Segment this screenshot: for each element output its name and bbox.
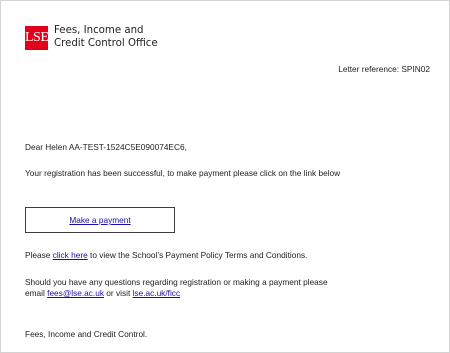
policy-prefix: Please [25,250,53,260]
greeting: Dear Helen AA-TEST-1524C5E090074EC6, [25,142,187,152]
payment-button-box[interactable]: Make a payment [25,207,175,233]
office-name-line1: Fees, Income and [54,25,144,36]
office-name: Fees, Income and Credit Control Office [54,25,158,50]
signoff: Fees, Income and Credit Control. [25,329,148,339]
make-payment-link[interactable]: Make a payment [69,215,130,225]
website-link[interactable]: lse.ac.uk/ficc [133,288,181,298]
policy-suffix: to view the School’s Payment Policy Term… [87,250,308,260]
lse-logo: LSE [25,26,49,50]
policy-link[interactable]: click here [53,250,88,260]
questions-paragraph: Should you have any questions regarding … [25,277,345,299]
success-message: Your registration has been successful, t… [25,168,341,178]
email-frame: LSE Fees, Income and Credit Control Offi… [0,0,450,353]
office-name-line2: Credit Control Office [54,37,158,49]
or-visit-text: or visit [104,288,133,299]
policy-paragraph: Please click here to view the School’s P… [25,250,307,261]
email-link[interactable]: fees@lse.ac.uk [47,288,104,298]
letter-reference: Letter reference: SPIN02 [338,64,430,74]
